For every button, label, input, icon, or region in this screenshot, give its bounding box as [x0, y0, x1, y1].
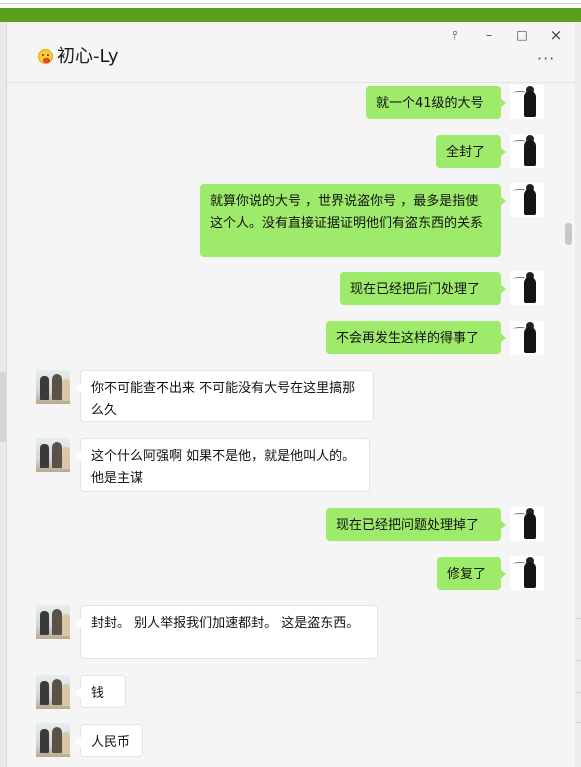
- message-bubble-other[interactable]: 钱: [75, 675, 126, 708]
- chat-titlebar: 初心-Ly ⫯ – □ × ···: [7, 22, 575, 83]
- my-avatar[interactable]: [510, 183, 544, 217]
- message-bubble-other[interactable]: 这个什么阿强啊 如果不是他，就是他叫人的。 他是主谋: [75, 438, 370, 492]
- chat-window: 初心-Ly ⫯ – □ × ··· 就一个41级的大号 全封了 就算你说的大号 …: [6, 22, 575, 767]
- contact-avatar[interactable]: [36, 605, 70, 639]
- message-bubble-me[interactable]: 现在已经把后门处理了: [340, 272, 506, 305]
- my-avatar[interactable]: [510, 507, 544, 541]
- my-avatar[interactable]: [510, 556, 544, 590]
- my-avatar[interactable]: [510, 134, 544, 168]
- contact-avatar[interactable]: [36, 370, 70, 404]
- close-button[interactable]: ×: [546, 26, 566, 44]
- my-avatar[interactable]: [510, 85, 544, 119]
- contact-name: 初心-Ly: [57, 46, 119, 67]
- outer-app-banner: [0, 8, 581, 22]
- message-bubble-me[interactable]: 现在已经把问题处理掉了: [326, 508, 506, 541]
- message-list[interactable]: 就一个41级的大号 全封了 就算你说的大号 ，世界说盗你号 ，最多是指使这个人。…: [7, 83, 575, 767]
- more-options-button[interactable]: ···: [537, 51, 559, 67]
- message-bubble-other[interactable]: 封封。 别人举报我们加速都封。 这是盗东西。: [75, 605, 378, 659]
- kiss-emoji-icon: [38, 49, 53, 64]
- outer-top-strip: [0, 0, 581, 8]
- outer-right-edge: [574, 22, 581, 767]
- my-avatar[interactable]: [510, 271, 544, 305]
- message-bubble-me[interactable]: 修复了: [437, 557, 506, 590]
- contact-avatar[interactable]: [36, 438, 70, 472]
- message-bubble-other[interactable]: 你不可能查不出来 不可能没有大号在这里搞那么久: [75, 370, 374, 422]
- message-bubble-me[interactable]: 就算你说的大号 ，世界说盗你号 ，最多是指使这个人。没有直接证据证明他们有盗东西…: [200, 184, 506, 257]
- scrollbar-thumb[interactable]: [565, 223, 572, 245]
- message-bubble-me[interactable]: 全封了: [436, 135, 506, 168]
- message-bubble-other[interactable]: 人民币: [75, 724, 143, 757]
- maximize-button[interactable]: □: [512, 26, 532, 44]
- message-bubble-me[interactable]: 就一个41级的大号: [366, 86, 506, 119]
- contact-avatar[interactable]: [36, 723, 70, 757]
- contact-avatar[interactable]: [36, 675, 70, 709]
- my-avatar[interactable]: [510, 321, 544, 355]
- pin-icon[interactable]: ⫯: [445, 26, 465, 44]
- message-bubble-me[interactable]: 不会再发生这样的得事了: [326, 321, 506, 354]
- minimize-button[interactable]: –: [479, 26, 499, 44]
